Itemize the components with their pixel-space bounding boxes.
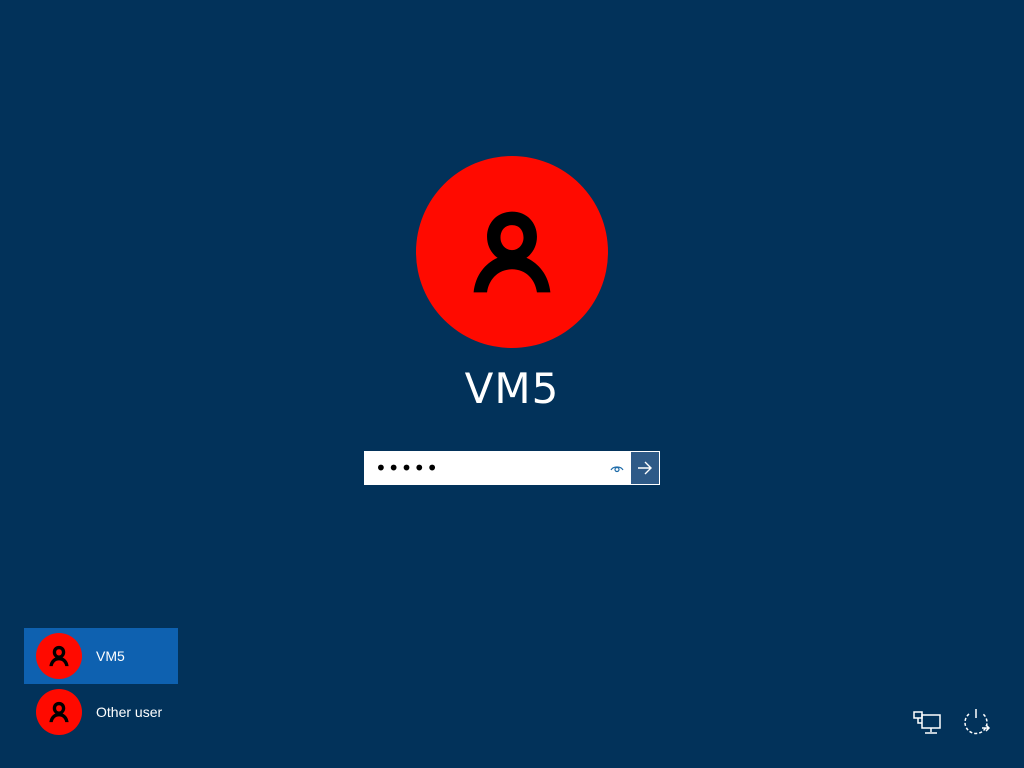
user-list: VM5 Other user [24, 628, 178, 740]
power-button[interactable] [960, 706, 992, 738]
user-tile-other-user[interactable]: Other user [24, 684, 178, 740]
submit-button[interactable] [629, 452, 659, 484]
user-tile-label: Other user [96, 704, 163, 720]
avatar [36, 689, 82, 735]
user-tile-vm5[interactable]: VM5 [24, 628, 178, 684]
user-avatar-icon [49, 701, 69, 723]
avatar [36, 633, 82, 679]
username-title: VM5 [464, 364, 560, 413]
lock-screen: VM5 VM5 [0, 0, 1024, 768]
power-icon [964, 709, 991, 735]
password-input[interactable] [365, 452, 605, 484]
eye-icon [610, 466, 624, 473]
network-icon [913, 711, 941, 734]
password-field[interactable] [364, 451, 660, 485]
network-button[interactable] [912, 706, 944, 738]
user-avatar-icon [473, 211, 551, 293]
user-avatar-icon [49, 645, 69, 667]
user-avatar [416, 156, 608, 348]
reveal-password-button[interactable] [605, 452, 630, 484]
arrow-right-icon [637, 461, 652, 475]
user-tile-label: VM5 [96, 648, 125, 664]
